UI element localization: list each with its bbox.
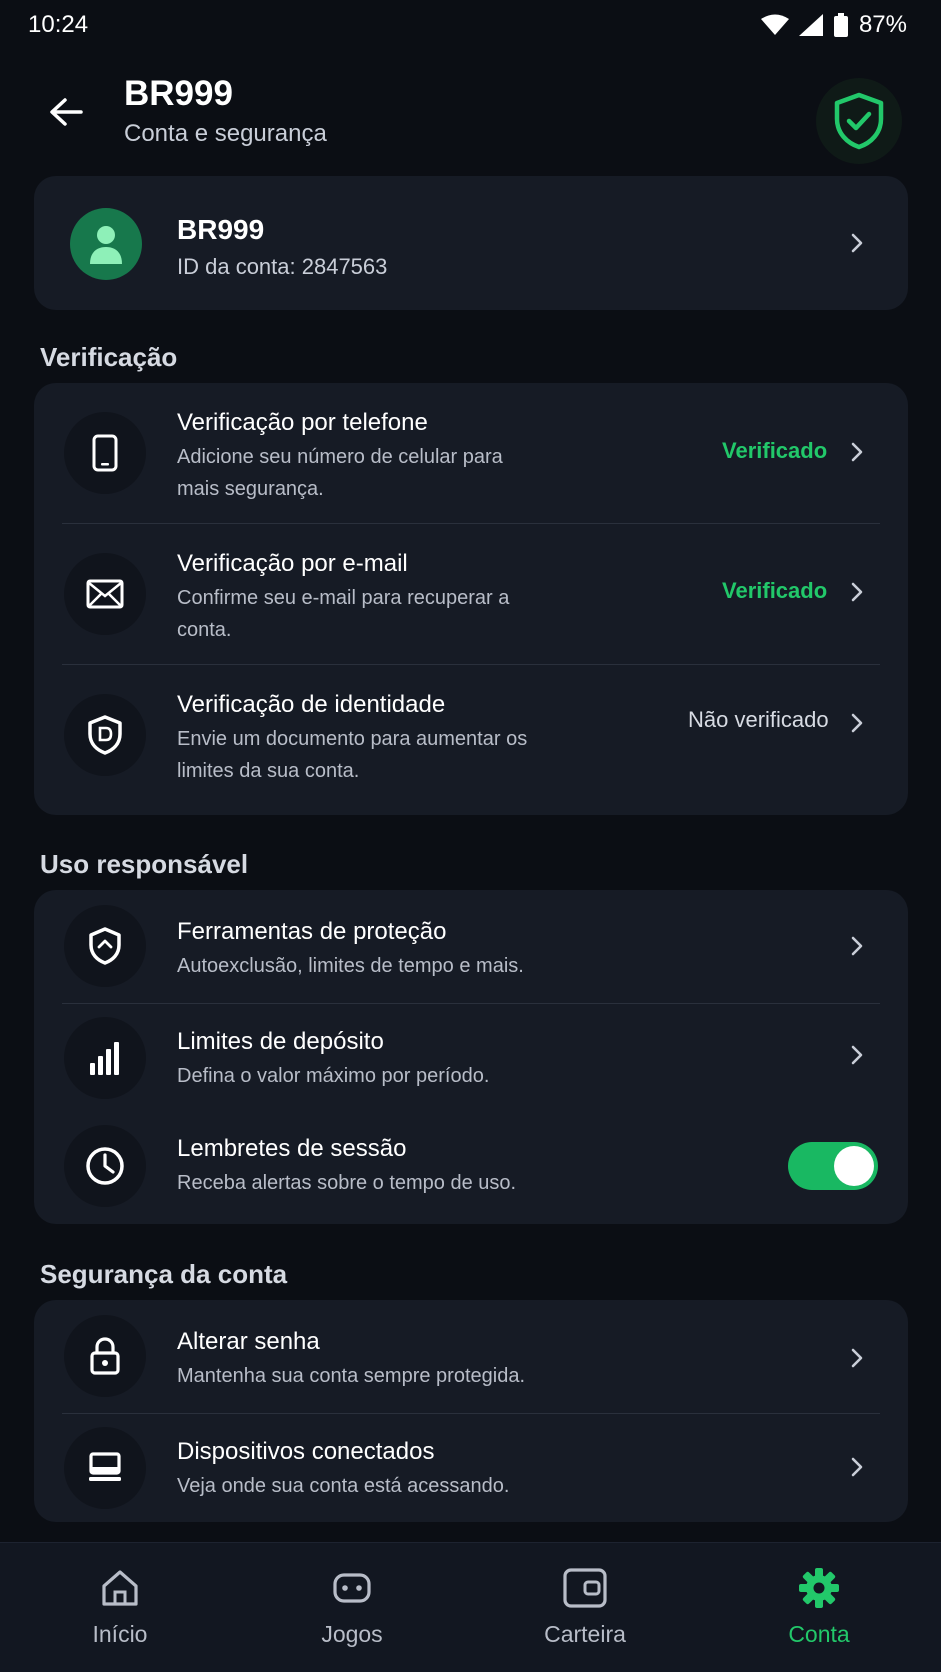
row-title: Alterar senha [177, 1328, 320, 1355]
list-item-identity-verification[interactable]: Verificação de identidade Envie um docum… [34, 665, 908, 815]
envelope-icon [64, 553, 146, 635]
row-title: Lembretes de sessão [177, 1135, 407, 1162]
lock-icon [64, 1315, 146, 1397]
row-title: Verificação por e-mail [177, 550, 408, 577]
nav-item-jogos[interactable]: Jogos [277, 1563, 427, 1663]
laptop-icon [64, 1427, 146, 1509]
shield-document-icon [64, 694, 146, 776]
arrow-left-icon [50, 98, 83, 126]
nav-item-carteira[interactable]: Carteira [510, 1563, 660, 1663]
chevron-right-icon [851, 713, 863, 733]
nav-item-conta[interactable]: Conta [744, 1563, 894, 1663]
row-title: Ferramentas de proteção [177, 918, 447, 945]
clock-icon [64, 1125, 146, 1207]
chevron-right-icon [851, 582, 863, 602]
chevron-right-icon [851, 233, 863, 253]
list-item-change-password[interactable]: Alterar senha Mantenha sua conta sempre … [34, 1300, 908, 1413]
nav-item-inicio[interactable]: Início [45, 1563, 195, 1663]
section-title-account-security: Segurança da conta [40, 1259, 288, 1289]
list-item-deposit-limits[interactable]: Limites de depósito Defina o valor máxim… [34, 1004, 908, 1111]
row-title: Verificação por telefone [177, 409, 428, 436]
row-description: Mantenha sua conta sempre protegida. [177, 1365, 525, 1387]
list-item-protection-tools[interactable]: Ferramentas de proteção Autoexclusão, li… [34, 890, 908, 1003]
row-title: Verificação de identidade [177, 691, 446, 718]
nav-label: Carteira [544, 1621, 626, 1647]
wallet-icon [563, 1563, 607, 1613]
row-description: Confirme seu e-mail para recuperar a con… [177, 587, 510, 641]
verification-card: Verificação por telefone Adicione seu nú… [34, 383, 908, 815]
nav-label: Conta [788, 1621, 850, 1647]
user-icon [90, 226, 122, 264]
row-description: Adicione seu número de celular para mais… [177, 446, 503, 500]
profile-card[interactable]: BR999 ID da conta: 2847563 [34, 176, 908, 310]
status-indicators: 87% [760, 11, 907, 39]
status-badge: Verificado [722, 578, 828, 603]
row-description: Veja onde sua conta está acessando. [177, 1475, 510, 1497]
profile-name: BR999 [177, 214, 265, 245]
row-description: Receba alertas sobre o tempo de uso. [177, 1172, 517, 1194]
session-reminders-toggle[interactable] [788, 1142, 878, 1190]
page-title: BR999 [124, 74, 233, 113]
chevron-right-icon [851, 1348, 863, 1368]
status-badge: Não verificado [688, 707, 829, 732]
account-id: ID da conta: 2847563 [177, 254, 388, 279]
status-time: 10:24 [28, 11, 89, 38]
account-security-card: Alterar senha Mantenha sua conta sempre … [34, 1300, 908, 1522]
list-item-session-reminders[interactable]: Lembretes de sessão Receba alertas sobre… [34, 1111, 908, 1224]
chevron-right-icon [851, 1457, 863, 1477]
row-title: Dispositivos conectados [177, 1438, 435, 1465]
section-title-responsible-use: Uso responsável [40, 849, 249, 879]
nav-label: Início [92, 1621, 148, 1647]
nav-label: Jogos [321, 1621, 383, 1647]
list-item-connected-devices[interactable]: Dispositivos conectados Veja onde sua co… [34, 1414, 908, 1522]
avatar [70, 208, 142, 280]
section-title-verification: Verificação [40, 342, 178, 372]
shield-check-icon [834, 92, 884, 150]
toggle-knob [834, 1146, 874, 1186]
shield-icon [64, 905, 146, 987]
gamepad-icon [332, 1563, 372, 1613]
status-badge: Verificado [722, 438, 828, 463]
responsible-use-card: Ferramentas de proteção Autoexclusão, li… [34, 890, 908, 1224]
row-title: Limites de depósito [177, 1028, 384, 1055]
chevron-right-icon [851, 1045, 863, 1065]
cellular-signal-icon [798, 14, 823, 36]
page-subtitle: Conta e segurança [124, 120, 327, 147]
chevron-right-icon [851, 442, 863, 462]
status-bar: 10:24 87% [0, 0, 941, 50]
gear-icon [798, 1563, 840, 1613]
wifi-icon [760, 14, 789, 35]
row-description: Autoexclusão, limites de tempo e mais. [177, 955, 524, 977]
chevron-right-icon [851, 936, 863, 956]
bottom-navigation: Início Jogos Carteira Conta [0, 1542, 941, 1672]
app-header: BR999 Conta e segurança [0, 60, 941, 164]
row-description: Defina o valor máximo por período. [177, 1065, 490, 1087]
home-icon [100, 1563, 140, 1613]
row-description: Envie um documento para aumentar os limi… [177, 728, 528, 782]
battery-percent: 87% [858, 11, 907, 38]
security-status-button[interactable] [816, 78, 902, 164]
back-button[interactable] [44, 90, 88, 134]
list-item-email-verification[interactable]: Verificação por e-mail Confirme seu e-ma… [34, 524, 908, 664]
battery-icon [833, 13, 848, 37]
list-item-phone-verification[interactable]: Verificação por telefone Adicione seu nú… [34, 383, 908, 523]
signal-bars-icon [64, 1017, 146, 1099]
smartphone-icon [64, 412, 146, 494]
